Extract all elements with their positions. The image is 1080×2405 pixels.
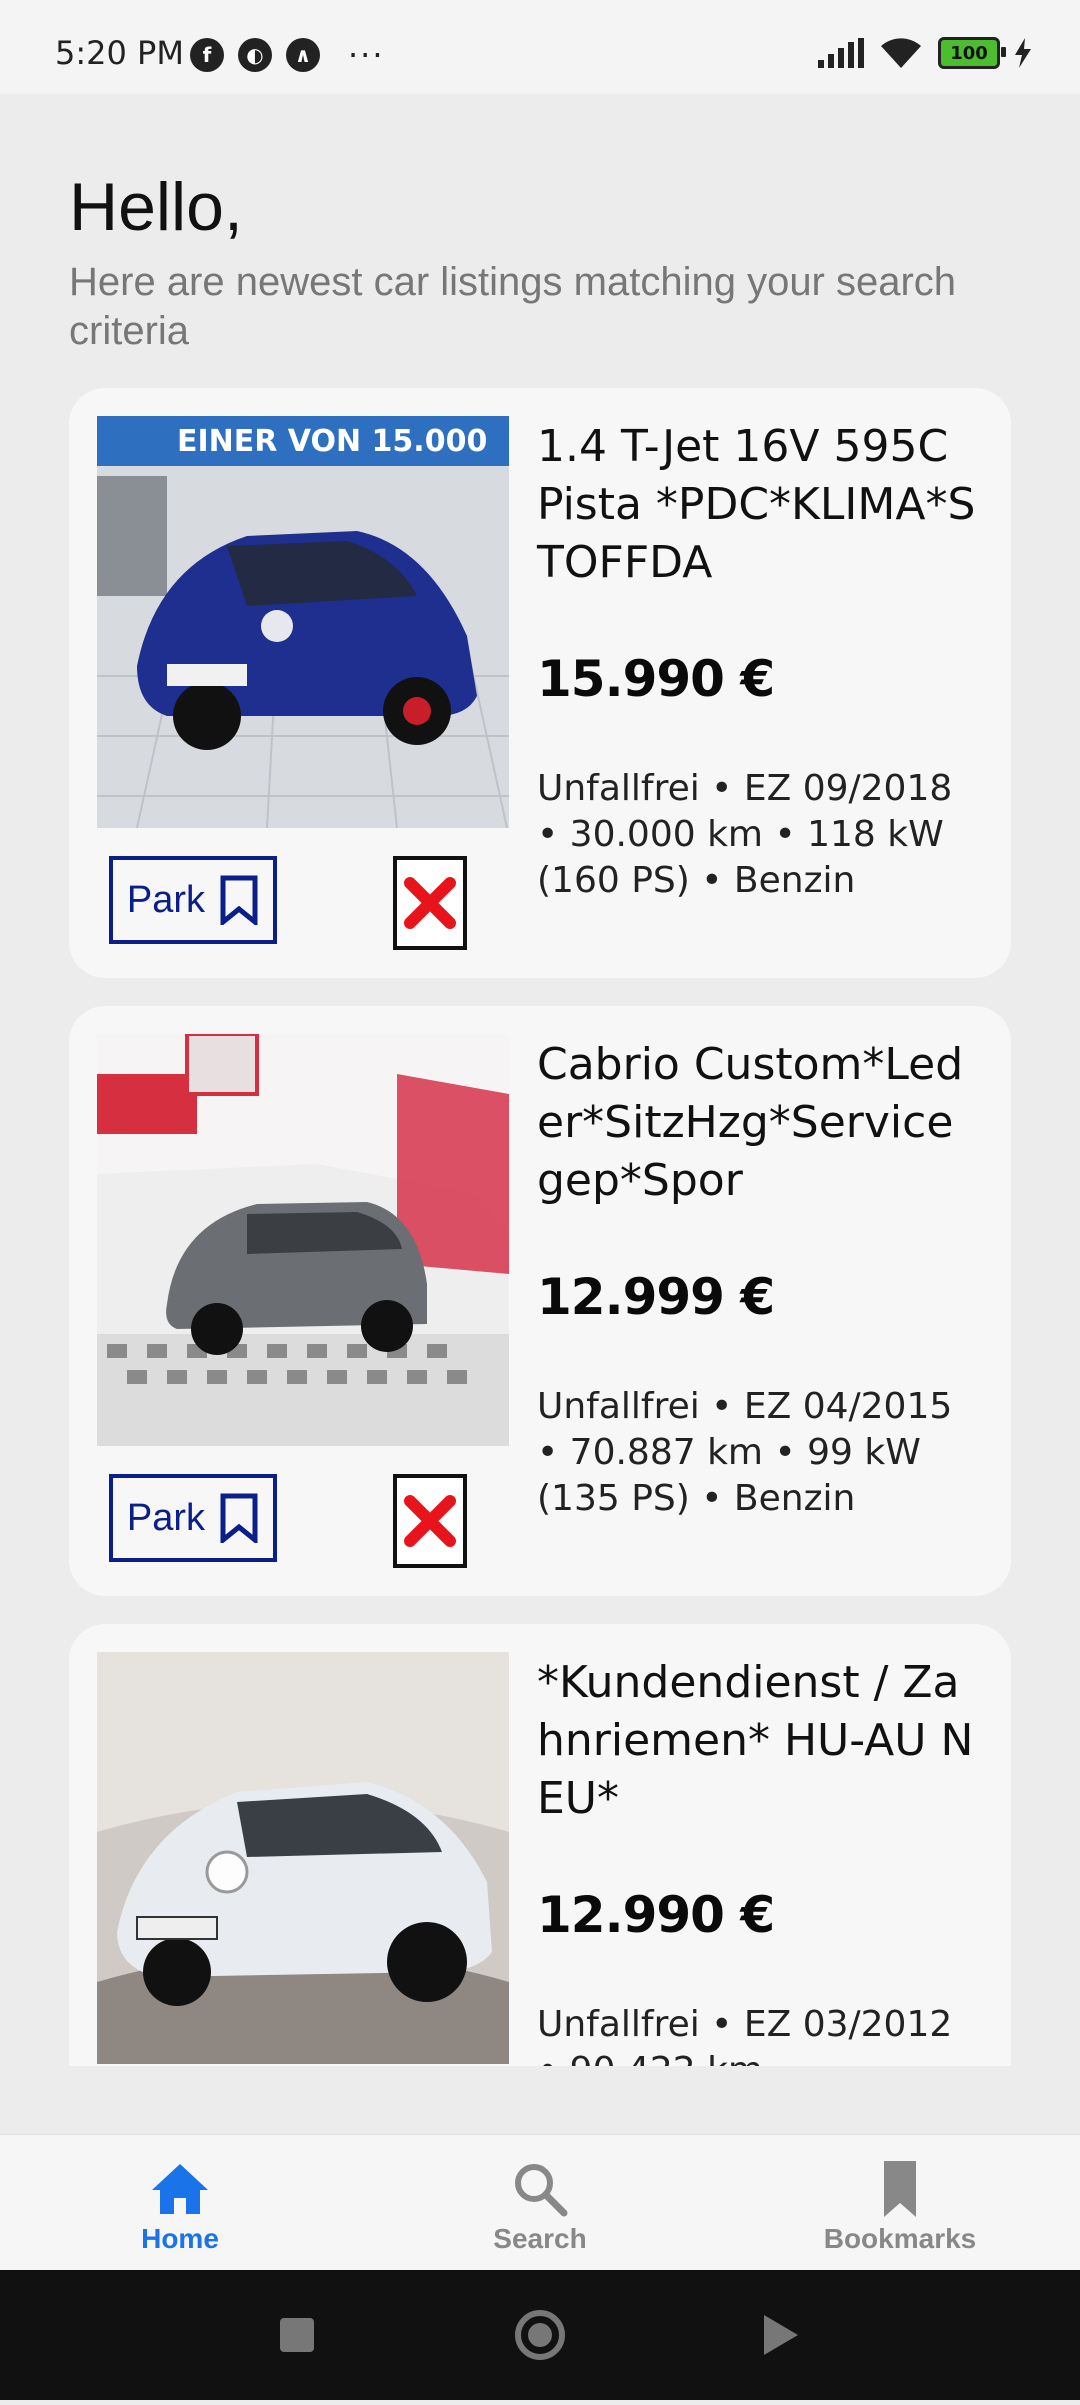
listing-title[interactable]: Cabrio Custom*Leder*SitzHzg*Servicegep*S… (537, 1036, 977, 1210)
listing-photo[interactable] (97, 1652, 509, 2064)
bookmark-outline-icon (220, 1493, 258, 1543)
listing-photo-banner: EINER VON 15.000 (177, 424, 488, 459)
search-icon (512, 2159, 568, 2219)
dismiss-button[interactable] (393, 1474, 467, 1568)
app-icon-2: ∧ (286, 38, 320, 72)
greeting-title: Hello, (69, 169, 243, 245)
bookmark-outline-icon (220, 875, 258, 925)
nav-search-label: Search (493, 2223, 587, 2254)
listing-card[interactable]: *Kundendienst / Zahnriemen* HU-AU NEU* 1… (69, 1624, 1011, 2066)
back-button (764, 2315, 798, 2355)
listing-price: 12.999 € (537, 1268, 775, 1326)
status-notification-icons: f ◐ ∧ ··· (190, 38, 385, 72)
listing-title[interactable]: 1.4 T-Jet 16V 595C Pista *PDC*KLIMA*STOF… (537, 418, 977, 592)
car-photo-illustration (97, 1652, 509, 2064)
charging-icon (1015, 38, 1031, 68)
park-button[interactable]: Park (109, 1474, 277, 1562)
status-right-icons: 100 (816, 36, 1032, 70)
app-icon: ◐ (238, 38, 272, 72)
park-button[interactable]: Park (109, 856, 277, 944)
more-notifications-icon: ··· (348, 36, 385, 74)
nav-bookmarks[interactable]: Bookmarks (780, 2135, 1020, 2271)
system-nav-buttons (280, 2310, 798, 2360)
signal-icon (818, 38, 864, 68)
listing-details: Unfallfrei • EZ 03/2012 • 90.422 km (537, 2004, 953, 2066)
battery-level: 100 (950, 42, 988, 64)
bottom-navigation: Home Search Bookmarks (0, 2134, 1080, 2271)
bookmark-icon (882, 2159, 918, 2219)
nav-bookmarks-label: Bookmarks (823, 2223, 977, 2254)
listings-list[interactable]: EINER VON 15.000 1.4 T-Jet 16V 595C Pist… (0, 388, 1080, 2066)
park-button-label: Park (126, 878, 206, 921)
recents-button (280, 2318, 314, 2352)
close-icon (404, 877, 456, 929)
dismiss-button[interactable] (393, 856, 467, 950)
nav-home[interactable]: Home (60, 2135, 300, 2271)
listing-price: 15.990 € (537, 650, 775, 708)
home-icon (150, 2159, 210, 2219)
listing-details: Unfallfrei • EZ 04/2015 • 70.887 km • 99… (537, 1386, 953, 1519)
greeting-subtitle: Here are newest car listings matching yo… (69, 260, 957, 353)
listing-price: 12.990 € (537, 1886, 775, 1944)
listing-card[interactable]: EINER VON 15.000 1.4 T-Jet 16V 595C Pist… (69, 388, 1011, 978)
listing-card[interactable]: Cabrio Custom*Leder*SitzHzg*Servicegep*S… (69, 1006, 1011, 1596)
listing-details: Unfallfrei • EZ 09/2018 • 30.000 km • 11… (537, 768, 953, 901)
car-photo-illustration (97, 416, 509, 828)
listing-photo[interactable] (97, 1034, 509, 1446)
battery-icon: 100 (938, 37, 1006, 69)
listing-photo[interactable]: EINER VON 15.000 (97, 416, 509, 828)
system-navigation-bar (0, 2270, 1080, 2400)
nav-home-label: Home (141, 2223, 219, 2254)
listing-title[interactable]: *Kundendienst / Zahnriemen* HU-AU NEU* (537, 1654, 977, 1828)
car-photo-illustration (97, 1034, 509, 1446)
facebook-icon: f (190, 38, 224, 72)
status-bar: 5:20 PM f ◐ ∧ ··· 100 (0, 0, 1080, 94)
status-time: 5:20 PM (55, 34, 184, 72)
nav-search[interactable]: Search (420, 2135, 660, 2271)
wifi-icon (881, 38, 921, 68)
park-button-label: Park (126, 1496, 206, 1539)
close-icon (404, 1495, 456, 1547)
